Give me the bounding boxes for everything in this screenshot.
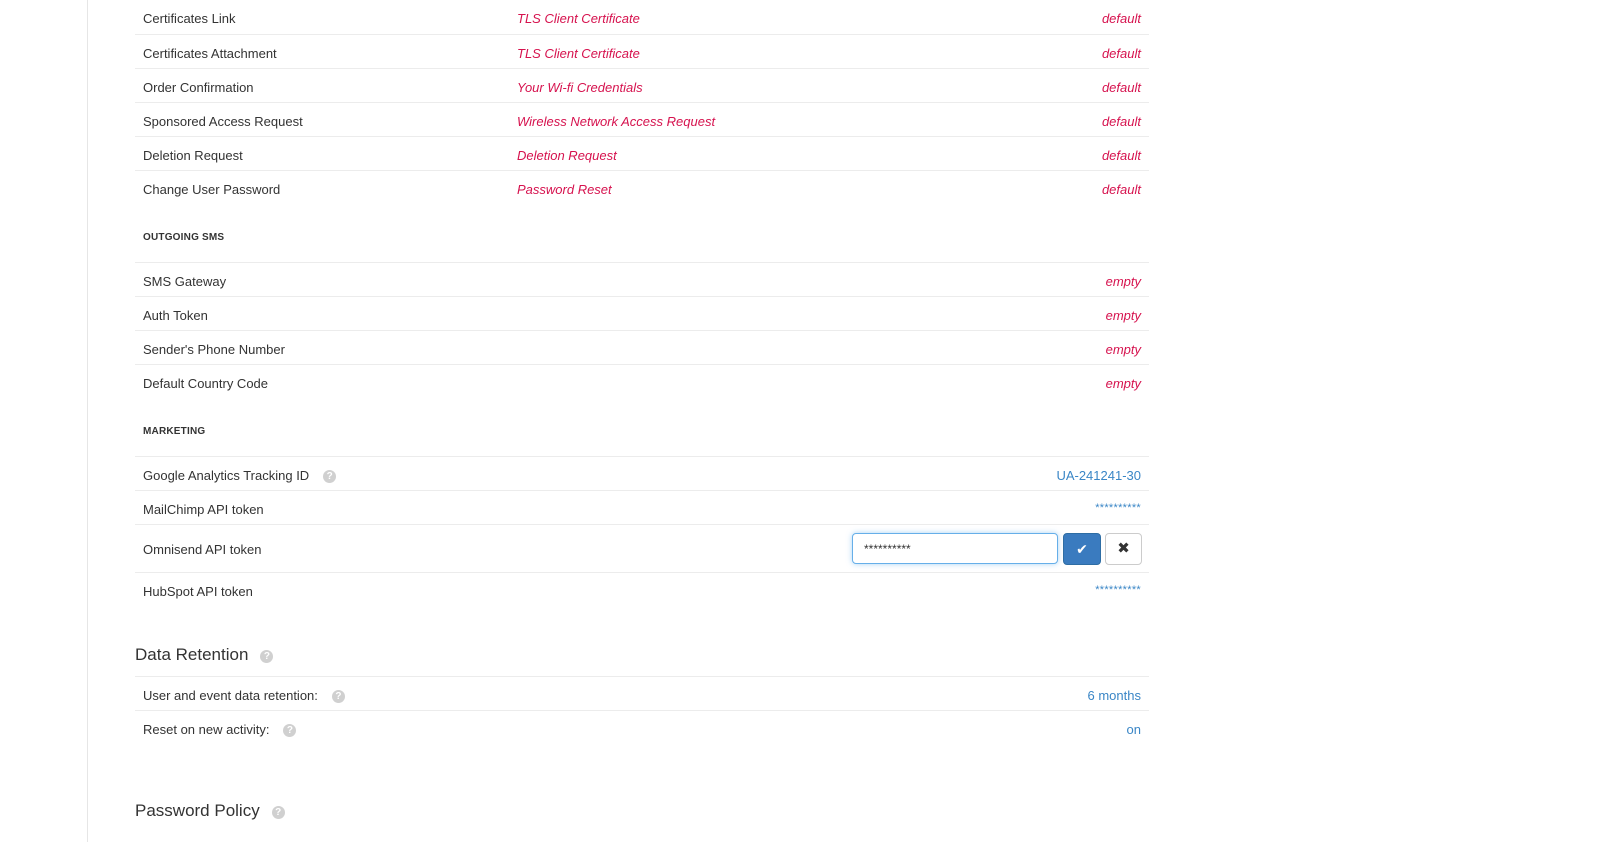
table-row: MailChimp API token ********** [135, 490, 1149, 524]
question-circle-icon[interactable]: ? [323, 470, 337, 483]
confirm-button[interactable]: ✔ [1063, 533, 1101, 565]
setting-value[interactable]: default [1102, 80, 1141, 95]
section-title: Password Policy? [135, 801, 285, 821]
hubspot-token-value[interactable]: ********** [1095, 584, 1141, 596]
data-retention-section: Data Retention? [135, 606, 1149, 676]
setting-label: Certificates Link [143, 11, 236, 26]
ga-label: Google Analytics Tracking ID [143, 468, 310, 483]
setting-value[interactable]: empty [1106, 308, 1141, 323]
table-row: Change User Password Password Reset defa… [135, 170, 1149, 204]
section-title: OUTGOING SMS [143, 232, 225, 243]
question-circle-icon[interactable]: ? [283, 724, 297, 737]
table-row: Default Country Code empty [135, 364, 1149, 398]
setting-label: Reset on new activity:? [143, 722, 297, 737]
retention-value[interactable]: 6 months [1088, 688, 1141, 703]
setting-label: HubSpot API token [143, 584, 253, 599]
setting-label: Order Confirmation [143, 80, 254, 95]
question-circle-icon[interactable]: ? [260, 650, 274, 663]
setting-label: MailChimp API token [143, 502, 264, 517]
data-retention-table: User and event data retention:? 6 months… [135, 676, 1149, 744]
setting-label: User and event data retention:? [143, 688, 345, 703]
check-icon: ✔ [1076, 541, 1088, 557]
setting-value[interactable]: default [1102, 182, 1141, 197]
table-row: Certificates Attachment TLS Client Certi… [135, 34, 1149, 68]
cancel-button[interactable]: ✖ [1105, 533, 1142, 565]
question-circle-icon[interactable]: ? [331, 690, 345, 703]
template-name[interactable]: TLS Client Certificate [517, 46, 640, 61]
setting-value[interactable]: empty [1106, 274, 1141, 289]
email-templates-table: Certificates Link TLS Client Certificate… [135, 0, 1149, 204]
table-row: Sponsored Access Request Wireless Networ… [135, 102, 1149, 136]
table-row: SMS Gateway empty [135, 262, 1149, 296]
question-circle-icon[interactable]: ? [271, 806, 285, 819]
setting-label: Sponsored Access Request [143, 114, 303, 129]
password-policy-title: Password Policy [135, 801, 260, 820]
setting-value[interactable]: empty [1106, 342, 1141, 357]
table-row: HubSpot API token ********** [135, 572, 1149, 606]
table-row: Omnisend API token ✔ ✖ [135, 524, 1149, 572]
data-retention-title: Data Retention [135, 645, 249, 664]
setting-label: Deletion Request [143, 148, 243, 163]
table-row: Sender's Phone Number empty [135, 330, 1149, 364]
template-name[interactable]: Password Reset [517, 182, 612, 197]
setting-label: Google Analytics Tracking ID? [143, 468, 337, 483]
setting-value[interactable]: default [1102, 114, 1141, 129]
setting-label: Certificates Attachment [143, 46, 277, 61]
table-row: Google Analytics Tracking ID? UA-241241-… [135, 456, 1149, 490]
mailchimp-token-value[interactable]: ********** [1095, 502, 1141, 514]
ga-tracking-id-value[interactable]: UA-241241-30 [1056, 468, 1141, 483]
template-name[interactable]: Your Wi-fi Credentials [517, 80, 643, 95]
table-row: Certificates Link TLS Client Certificate… [135, 0, 1149, 34]
outgoing-sms-header: OUTGOING SMS [135, 204, 1149, 262]
template-name[interactable]: TLS Client Certificate [517, 11, 640, 26]
password-policy-section: Password Policy? [135, 744, 1149, 832]
setting-value[interactable]: default [1102, 11, 1141, 26]
setting-label: Default Country Code [143, 376, 269, 391]
marketing-table: Google Analytics Tracking ID? UA-241241-… [135, 456, 1149, 606]
setting-label: Omnisend API token [143, 542, 262, 557]
reset-label: Reset on new activity: [143, 722, 270, 737]
table-row: User and event data retention:? 6 months [135, 676, 1149, 710]
setting-value[interactable]: empty [1106, 376, 1141, 391]
sidebar-border [87, 0, 88, 842]
setting-label: Change User Password [143, 182, 281, 197]
section-title: Data Retention? [135, 645, 274, 665]
retention-label: User and event data retention: [143, 688, 318, 703]
table-row: Reset on new activity:? on [135, 710, 1149, 744]
table-row: Auth Token empty [135, 296, 1149, 330]
outgoing-sms-table: SMS Gateway empty Auth Token empty Sende… [135, 262, 1149, 398]
setting-value[interactable]: default [1102, 46, 1141, 61]
section-title: MARKETING [143, 426, 206, 437]
template-name[interactable]: Wireless Network Access Request [517, 114, 715, 129]
table-row: Order Confirmation Your Wi-fi Credential… [135, 68, 1149, 102]
marketing-header: MARKETING [135, 398, 1149, 456]
table-row: Deletion Request Deletion Request defaul… [135, 136, 1149, 170]
times-icon: ✖ [1117, 540, 1130, 557]
template-name[interactable]: Deletion Request [517, 148, 617, 163]
setting-label: Sender's Phone Number [143, 342, 285, 357]
reset-value[interactable]: on [1127, 722, 1141, 737]
setting-value[interactable]: default [1102, 148, 1141, 163]
setting-label: SMS Gateway [143, 274, 227, 289]
setting-label: Auth Token [143, 308, 208, 323]
settings-content: Certificates Link TLS Client Certificate… [135, 0, 1149, 832]
omnisend-token-input[interactable] [852, 533, 1058, 564]
